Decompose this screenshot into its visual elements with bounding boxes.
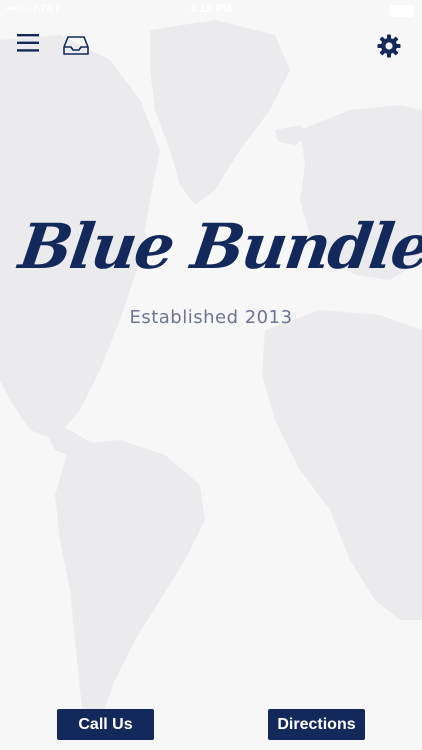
status-time: 3:19 PM: [190, 3, 232, 15]
home-screen: •••○○ AT&T 3:19 PM Blue Bundles Establis…: [0, 0, 422, 750]
map-greenland: [150, 20, 290, 205]
world-map-background: [0, 20, 422, 730]
menu-icon[interactable]: [16, 32, 40, 54]
call-us-button[interactable]: Call Us: [57, 709, 154, 740]
inbox-icon[interactable]: [63, 34, 89, 56]
map-south-america: [55, 440, 205, 730]
gear-icon[interactable]: [377, 34, 401, 58]
directions-button[interactable]: Directions: [268, 709, 365, 740]
brand-tagline: Established 2013: [129, 307, 293, 328]
brand-logo: Blue Bundles: [14, 210, 422, 283]
status-bar: •••○○ AT&T 3:19 PM: [0, 0, 422, 20]
battery-icon: [390, 5, 414, 17]
map-africa: [262, 310, 422, 620]
